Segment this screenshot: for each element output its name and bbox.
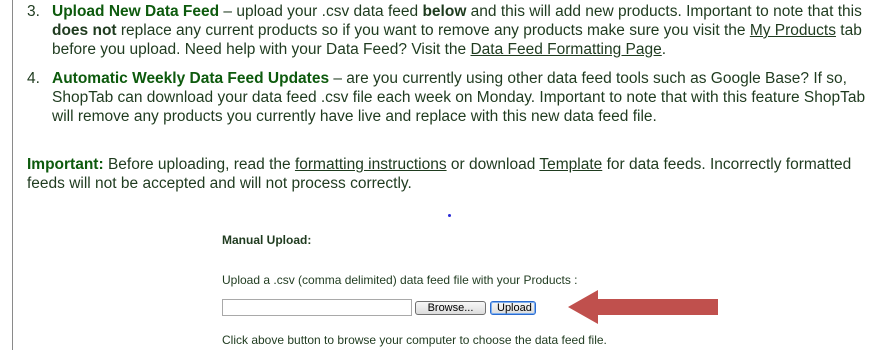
important-note: Important: Before uploading, read the fo… — [27, 155, 857, 193]
upload-button[interactable]: Upload — [490, 301, 536, 315]
upload-description: Upload a .csv (comma delimited) data fee… — [222, 273, 578, 287]
step-3-text-part: and this will add new products. Importan… — [466, 3, 862, 20]
step-3-text-part: . — [661, 41, 667, 58]
left-border-rule — [12, 0, 13, 350]
data-feed-formatting-page-link[interactable]: Data Feed Formatting Page — [470, 41, 661, 58]
step-4-title: Automatic Weekly Data Feed Updates — [52, 70, 330, 87]
my-products-link[interactable]: My Products — [750, 22, 836, 39]
step-4-text: Automatic Weekly Data Feed Updates – are… — [52, 69, 877, 126]
step-3-number: 3. — [27, 3, 40, 20]
left-arrow-icon — [568, 290, 718, 324]
template-link[interactable]: Template — [539, 156, 602, 173]
step-4-number: 4. — [27, 70, 40, 87]
upload-hint: Click above button to browse your comput… — [222, 333, 607, 347]
important-label: Important: — [27, 156, 104, 173]
file-path-input[interactable] — [222, 299, 412, 316]
browse-button[interactable]: Browse... — [415, 301, 486, 315]
step-3-text-part: replace any current products so if you w… — [116, 22, 750, 39]
important-text-part: Before uploading, read the — [103, 156, 295, 173]
important-text-part: or download — [446, 156, 540, 173]
instructions-list: 3. Upload New Data Feed – upload your .c… — [27, 2, 877, 126]
formatting-instructions-link[interactable]: formatting instructions — [295, 156, 447, 173]
step-4: 4. Automatic Weekly Data Feed Updates – … — [27, 69, 877, 126]
step-3-text-part: – upload your .csv data feed — [219, 3, 423, 20]
step-3-title: Upload New Data Feed — [52, 3, 220, 20]
step-3-bold-below: below — [422, 3, 467, 20]
step-3-text: Upload New Data Feed – upload your .csv … — [52, 2, 877, 59]
decorative-dot — [448, 214, 451, 217]
step-3: 3. Upload New Data Feed – upload your .c… — [27, 2, 877, 59]
step-3-bold-does-not: does not — [52, 22, 117, 39]
arrow-shape — [568, 290, 718, 324]
manual-upload-title: Manual Upload: — [222, 233, 312, 247]
